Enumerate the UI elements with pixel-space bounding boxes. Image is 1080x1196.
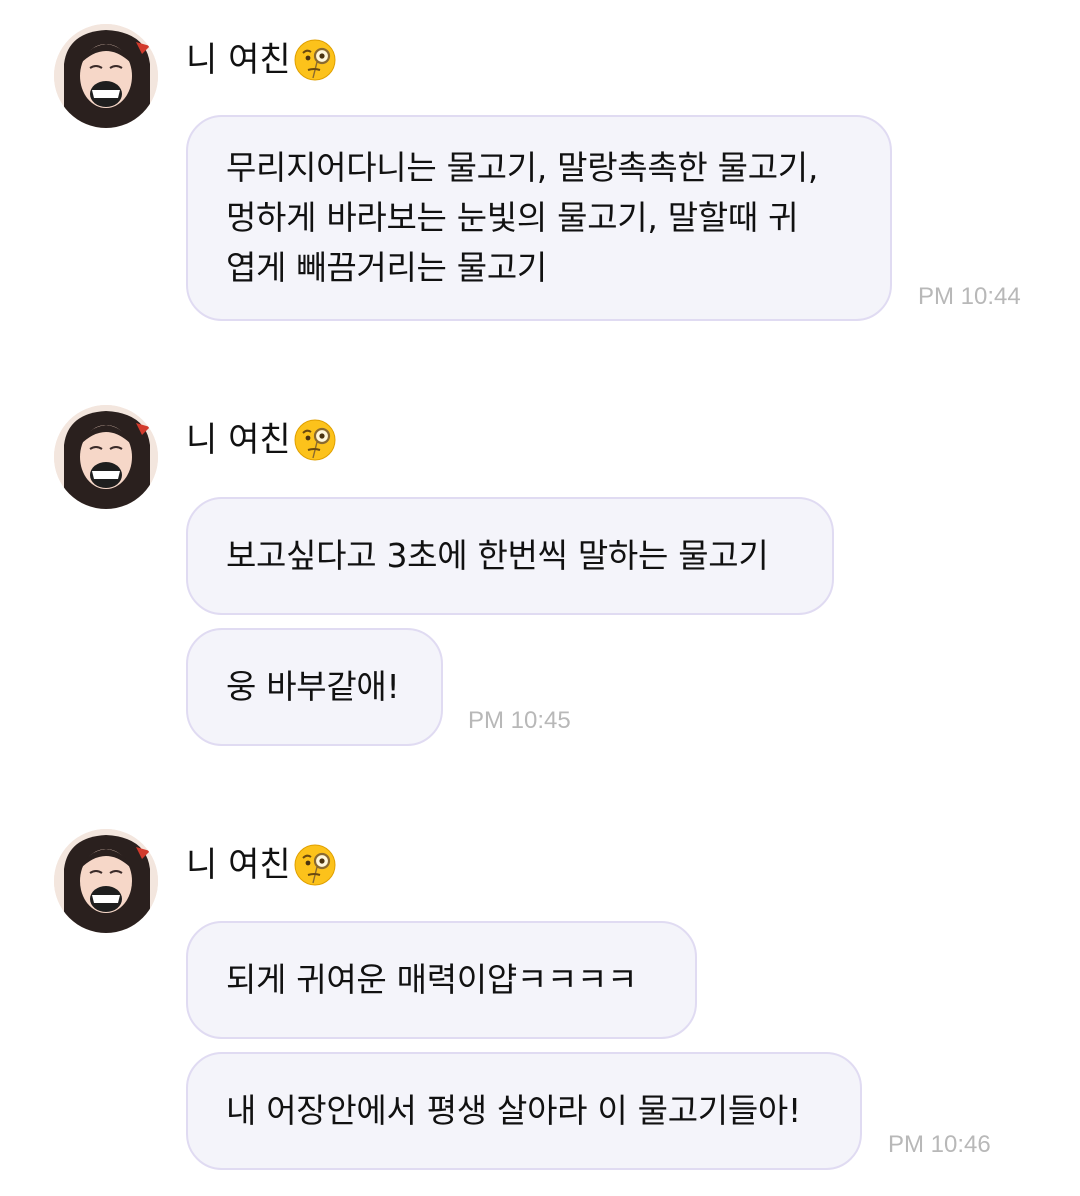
avatar[interactable] bbox=[54, 829, 158, 933]
timestamp: PM 10:46 bbox=[888, 1131, 991, 1158]
sender-name-text: 니 여친 bbox=[186, 845, 291, 885]
face-with-monocle-icon bbox=[293, 843, 337, 887]
message-group: 니 여친 되게 귀여운 매력이얍ㅋㅋㅋㅋ 내 어장안에서 평생 살아라 이 물고… bbox=[0, 0, 1080, 1196]
message-bubble[interactable]: 내 어장안에서 평생 살아라 이 물고기들아! bbox=[186, 1052, 862, 1170]
sender-name: 니 여친 bbox=[186, 843, 337, 887]
message-text: 되게 귀여운 매력이얍ㅋㅋㅋㅋ bbox=[226, 960, 638, 999]
message-text: 내 어장안에서 평생 살아라 이 물고기들아! bbox=[226, 1091, 801, 1130]
message-bubble[interactable]: 되게 귀여운 매력이얍ㅋㅋㅋㅋ bbox=[186, 921, 697, 1039]
